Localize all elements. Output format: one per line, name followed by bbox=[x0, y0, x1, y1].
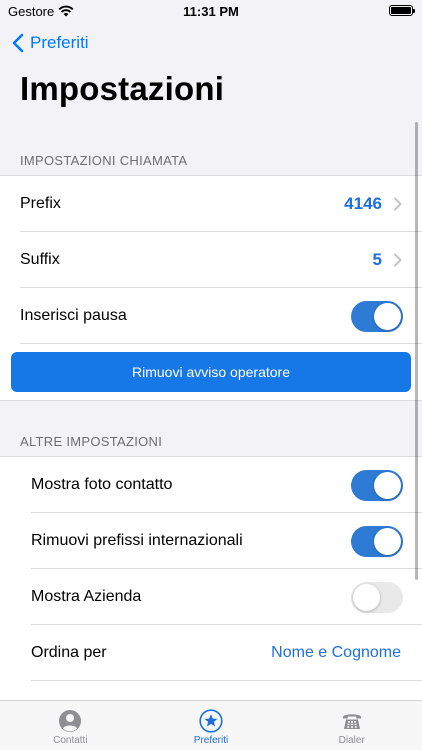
remove-prefixes-label: Rimuovi prefissi internazionali bbox=[31, 532, 243, 549]
tab-label: Contatti bbox=[53, 735, 88, 746]
scrollbar[interactable] bbox=[415, 122, 418, 580]
remove-operator-notice-button[interactable]: Rimuovi avviso operatore bbox=[11, 352, 411, 392]
chevron-right-icon bbox=[394, 253, 402, 267]
pause-toggle[interactable] bbox=[351, 300, 403, 332]
show-photo-label: Mostra foto contatto bbox=[31, 476, 173, 493]
phone-keypad-icon bbox=[342, 714, 361, 729]
tab-label: Dialer bbox=[338, 735, 365, 746]
back-label: Preferiti bbox=[30, 33, 89, 52]
sort-by-label: Ordina per bbox=[31, 644, 107, 661]
call-settings-group: Prefix 4146 Suffix 5 Inserisci pausa Rim… bbox=[0, 175, 422, 401]
tab-bar: Contatti Preferiti Dialer bbox=[0, 700, 422, 750]
other-settings-group: Mostra foto contatto Rimuovi prefissi in… bbox=[0, 456, 422, 737]
section-header-call: IMPOSTAZIONI CHIAMATA bbox=[20, 153, 188, 168]
prefix-value: 4146 bbox=[344, 194, 382, 213]
pause-label: Inserisci pausa bbox=[20, 307, 127, 324]
tab-label: Preferiti bbox=[193, 735, 229, 746]
pause-row: Inserisci pausa bbox=[0, 288, 422, 344]
clock: 11:31 PM bbox=[183, 4, 239, 19]
prefix-label: Prefix bbox=[20, 195, 61, 212]
sort-by-value: Nome e Cognome bbox=[271, 644, 401, 661]
remove-prefixes-toggle[interactable] bbox=[351, 525, 403, 557]
tab-contatti[interactable]: Contatti bbox=[0, 701, 141, 750]
remove-prefixes-row: Rimuovi prefissi internazionali bbox=[0, 513, 422, 569]
sort-by-row[interactable]: Ordina per Nome e Cognome bbox=[0, 625, 422, 681]
battery-icon bbox=[389, 5, 415, 16]
show-photo-row: Mostra foto contatto bbox=[0, 457, 422, 513]
suffix-label: Suffix bbox=[20, 251, 60, 268]
chevron-right-icon bbox=[394, 197, 402, 211]
tab-preferiti[interactable]: Preferiti bbox=[141, 701, 282, 750]
status-bar: Gestore 11:31 PM bbox=[0, 0, 422, 24]
show-photo-toggle[interactable] bbox=[351, 469, 403, 501]
back-button[interactable]: Preferiti bbox=[12, 31, 89, 55]
suffix-row[interactable]: Suffix 5 bbox=[0, 232, 422, 288]
show-company-toggle[interactable] bbox=[351, 581, 403, 613]
show-company-row: Mostra Azienda bbox=[0, 569, 422, 625]
star-circle-icon bbox=[199, 709, 223, 733]
chevron-left-icon bbox=[12, 33, 24, 53]
section-header-other: ALTRE IMPOSTAZIONI bbox=[20, 434, 163, 449]
prefix-row[interactable]: Prefix 4146 bbox=[0, 176, 422, 232]
person-circle-icon bbox=[59, 710, 82, 732]
tab-dialer[interactable]: Dialer bbox=[281, 701, 422, 750]
page-title: Impostazioni bbox=[20, 70, 225, 107]
suffix-value: 5 bbox=[372, 250, 382, 269]
remove-operator-button-row: Rimuovi avviso operatore bbox=[0, 344, 422, 400]
show-company-label: Mostra Azienda bbox=[31, 588, 142, 605]
